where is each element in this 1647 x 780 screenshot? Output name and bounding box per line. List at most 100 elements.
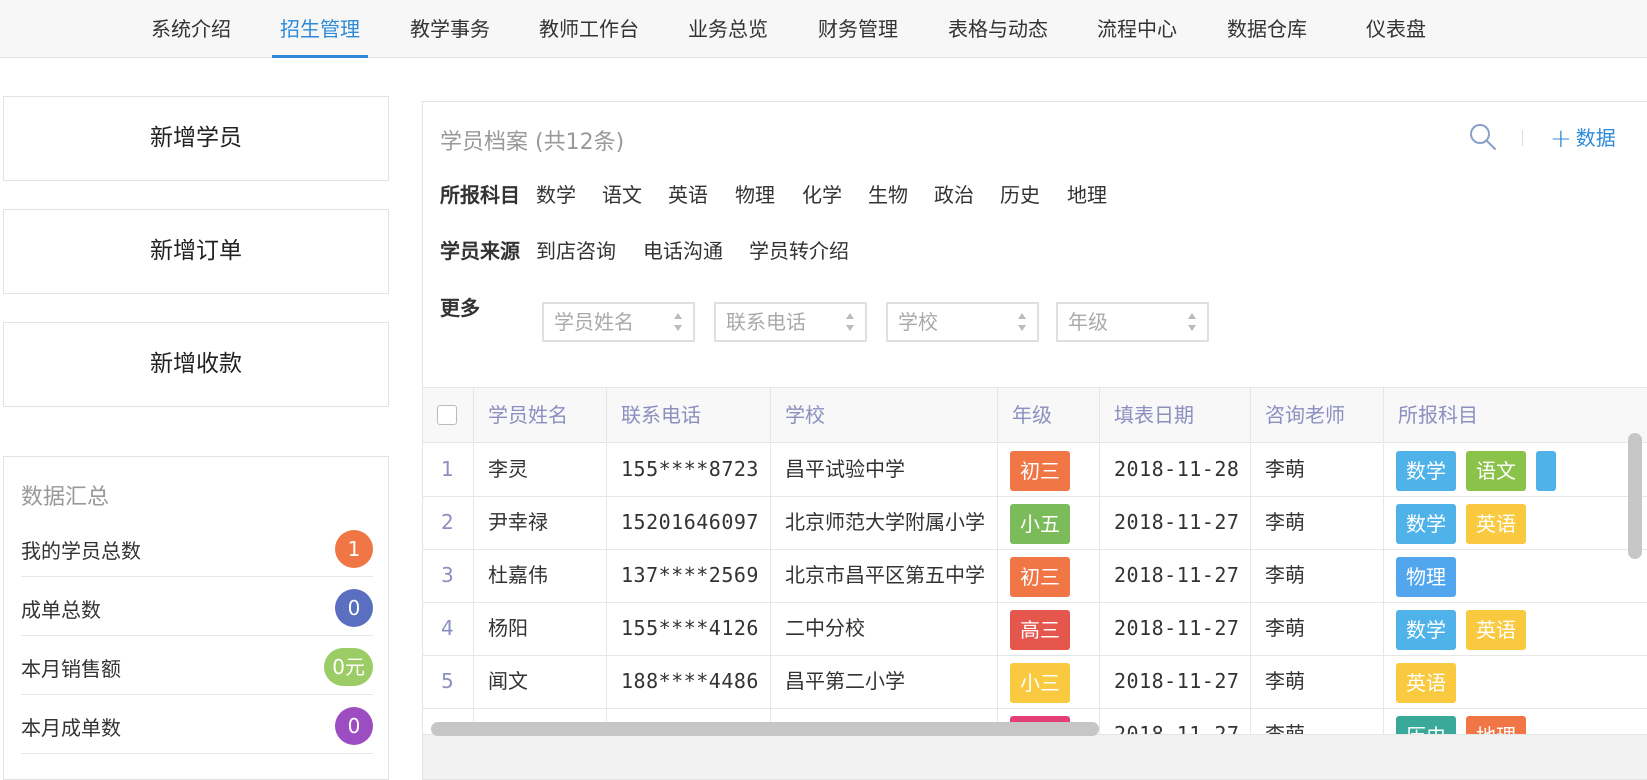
sort-arrows-icon [1188,313,1196,331]
grade-cell: 小三 [998,656,1100,708]
table-header: 学员姓名 联系电话 学校 年级 填表日期 咨询老师 所报科目 [423,387,1647,443]
date-cell: 2018-11-28 [1100,444,1251,496]
column-header[interactable]: 学校 [771,388,998,442]
plus-icon: + [1550,124,1572,154]
add-order-button[interactable]: 新增订单 [3,209,389,294]
student-name-cell: 尹幸禄 [474,497,607,549]
subject-option[interactable]: 语文 [602,179,642,208]
summary-row: 成单总数 0 [21,577,373,636]
subject-tag: 英语 [1466,609,1526,650]
horizontal-scrollbar[interactable] [431,722,1099,736]
select-all-cell [423,388,474,442]
tab-10[interactable]: 仪表盘 [1348,0,1444,58]
data-summary-panel: 数据汇总 我的学员总数 1 成单总数 0 本月销售额 0元 本月成单数 0 [3,456,389,780]
tab-6[interactable]: 财务管理 [810,0,906,58]
tab-3[interactable]: 教学事务 [402,0,498,58]
grade-cell: 高三 [998,603,1100,655]
summary-row: 本月销售额 0元 [21,636,373,695]
add-data-label: 数据 [1575,126,1616,150]
summary-row: 我的学员总数 1 [21,518,373,577]
add-student-button[interactable]: 新增学员 [3,96,389,181]
subject-tag: 数学 [1396,450,1456,491]
tab-1[interactable]: 系统介绍 [143,0,239,58]
source-option[interactable]: 到店咨询 [536,235,616,264]
row-index: 1 [423,444,474,496]
phone-cell: 155****8723 [607,444,771,496]
select-placeholder: 学员姓名 [554,310,634,334]
column-header[interactable]: 联系电话 [607,388,771,442]
student-name-cell: 杨阳 [474,603,607,655]
horizontal-scrollbar-track [423,734,1647,779]
row-index: 2 [423,497,474,549]
table-row[interactable]: 4 杨阳 155****4126 二中分校 高三 2018-11-27 李萌 数学 英语 [423,603,1647,656]
school-cell: 昌平试验中学 [771,444,998,496]
toolbar-divider [1522,130,1523,146]
table-row[interactable]: 2 尹幸禄 15201646097 北京师范大学附属小学 小五 2018-11-27 李萌数… [423,497,1647,550]
grade-select[interactable]: 年级 [1056,302,1209,342]
row-index: 5 [423,656,474,708]
grade-tag: 小三 [1010,662,1070,703]
tab-7[interactable]: 表格与动态 [940,0,1056,58]
subjects-cell: 数学 英语 [1384,603,1647,655]
subject-option[interactable]: 数学 [536,179,576,208]
student-name-cell: 杜嘉伟 [474,550,607,602]
summary-label: 我的学员总数 [21,539,141,563]
subject-tag: 语文 [1466,450,1526,491]
subject-option[interactable]: 历史 [1000,179,1040,208]
subject-option[interactable]: 英语 [668,179,708,208]
school-cell: 北京师范大学附属小学 [771,497,998,549]
subjects-cell: 数学 英语 [1384,497,1647,549]
school-select[interactable]: 学校 [886,302,1039,342]
column-header[interactable]: 所报科目 [1384,388,1647,442]
subject-option[interactable]: 物理 [735,179,775,208]
search-icon[interactable] [1468,122,1498,152]
column-header[interactable]: 填表日期 [1100,388,1251,442]
column-header[interactable]: 咨询老师 [1251,388,1384,442]
subject-option[interactable]: 化学 [802,179,842,208]
table-row[interactable]: 5 闻文 188****4486 昌平第二小学 小三 2018-11-27 李萌 英语 [423,656,1647,709]
count-badge: 1 [335,530,373,568]
column-header[interactable]: 年级 [998,388,1100,442]
student-records-panel: 学员档案 (共12条) + 数据 所报科目 数学 语文 英语 物理 化学 生物 政治 历史 地理 … [422,101,1647,780]
phone-cell: 155****4126 [607,603,771,655]
add-data-button[interactable]: + 数据 [1550,122,1616,154]
student-name-select[interactable]: 学员姓名 [542,302,695,342]
tab-4[interactable]: 教师工作台 [531,0,647,58]
phone-select[interactable]: 联系电话 [714,302,867,342]
count-badge: 0 [335,589,373,627]
school-cell: 二中分校 [771,603,998,655]
tab-8[interactable]: 流程中心 [1089,0,1185,58]
grade-tag: 初三 [1010,450,1070,491]
subject-tag: 英语 [1396,662,1456,703]
subjects-cell: 物理 [1384,550,1647,602]
subject-option[interactable]: 政治 [934,179,974,208]
grade-cell: 初三 [998,444,1100,496]
subject-filter-label: 所报科目 [440,183,520,207]
table-row[interactable]: 3 杜嘉伟 137****2569 北京市昌平区第五中学 初三 2018-11-27 李萌物… [423,550,1647,603]
select-placeholder: 联系电话 [726,310,806,334]
grade-tag: 高三 [1010,609,1070,650]
source-option[interactable]: 电话沟通 [643,235,723,264]
table-row[interactable]: 1 李灵 155****8723 昌平试验中学 初三 2018-11-28 李萌 数学 语文 [423,444,1647,497]
top-nav: 系统介绍 招生管理 教学事务 教师工作台 业务总览 财务管理 表格与动态 流程中心 数据仓库 仪表… [0,0,1647,58]
subject-tag: 英语 [1466,503,1526,544]
more-filter-label: 更多 [440,296,480,320]
summary-row: 本月成单数 0 [21,695,373,754]
vertical-scrollbar[interactable] [1628,433,1642,559]
source-option[interactable]: 学员转介绍 [749,235,849,264]
subject-option[interactable]: 地理 [1067,179,1107,208]
tab-2[interactable]: 招生管理 [272,0,368,58]
phone-cell: 188****4486 [607,656,771,708]
tab-5[interactable]: 业务总览 [680,0,776,58]
select-all-checkbox[interactable] [437,405,457,425]
row-index: 4 [423,603,474,655]
subject-tag: 数学 [1396,503,1456,544]
student-name-cell: 闻文 [474,656,607,708]
column-header[interactable]: 学员姓名 [474,388,607,442]
add-payment-button[interactable]: 新增收款 [3,322,389,407]
teacher-cell: 李萌 [1251,603,1384,655]
grade-tag: 初三 [1010,556,1070,597]
subject-tag: 物理 [1396,556,1456,597]
subject-option[interactable]: 生物 [868,179,908,208]
tab-9[interactable]: 数据仓库 [1219,0,1315,58]
